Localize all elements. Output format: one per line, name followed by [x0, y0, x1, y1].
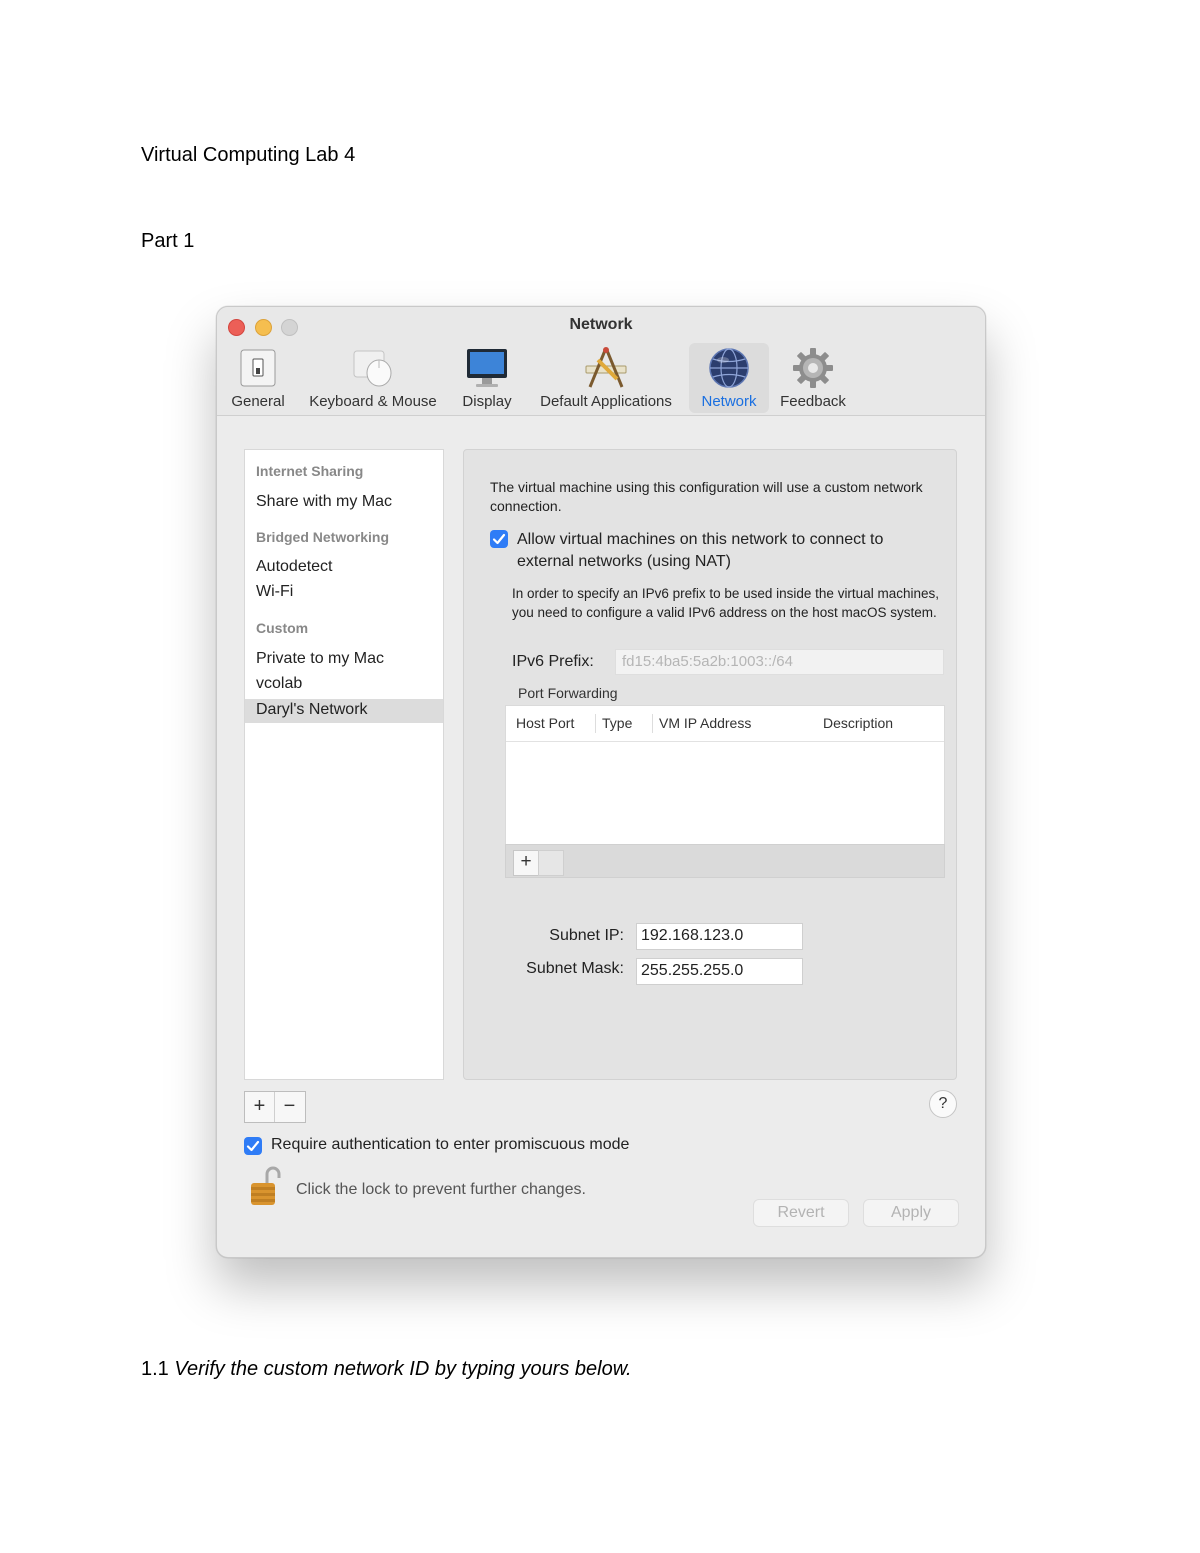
question-1-1: 1.1 Verify the custom network ID by typi…	[141, 1358, 632, 1381]
column-vm-ip-address[interactable]: VM IP Address	[659, 715, 751, 731]
toolbar-label: Feedback	[780, 393, 846, 410]
column-type[interactable]: Type	[602, 715, 632, 731]
network-preferences-window: Network General Keyboard & Mouse Display…	[216, 306, 986, 1258]
configuration-description: The virtual machine using this configura…	[490, 479, 923, 514]
ipv6-note: In order to specify an IPv6 prefix to be…	[512, 586, 939, 620]
toolbar-general[interactable]: General	[225, 343, 291, 413]
sidebar-item-autodetect[interactable]: Autodetect	[245, 556, 443, 580]
nat-label: Allow virtual machines on this network t…	[517, 531, 884, 570]
revert-button[interactable]: Revert	[753, 1199, 849, 1227]
sidebar-item-label: Wi-Fi	[256, 583, 294, 600]
subnet-mask-value: 255.255.255.0	[641, 962, 744, 979]
monitor-icon	[467, 349, 507, 387]
sidebar-item-darylss-network[interactable]: Daryl's Network	[245, 699, 443, 723]
column-host-port[interactable]: Host Port	[516, 715, 574, 731]
sidebar-item-label: Share with my Mac	[256, 493, 393, 510]
sidebar-item-private-to-my-mac[interactable]: Private to my Mac	[245, 648, 443, 672]
remove-port-forward-button[interactable]	[538, 850, 564, 876]
ipv6-prefix-value: fd15:4ba5:5a2b:1003::/64	[622, 653, 793, 670]
checkmark-icon	[492, 533, 506, 545]
sidebar-item-vcolab[interactable]: vcolab	[245, 673, 443, 697]
port-forwarding-label: Port Forwarding	[518, 685, 618, 701]
promiscuous-auth-checkbox[interactable]	[244, 1137, 262, 1155]
toolbar-keyboard-mouse[interactable]: Keyboard & Mouse	[303, 343, 443, 413]
toolbar-display[interactable]: Display	[457, 343, 517, 413]
nat-checkbox[interactable]	[490, 530, 508, 548]
mouse-icon	[353, 350, 392, 387]
sidebar-item-label: Autodetect	[256, 558, 333, 575]
port-forwarding-header: Host Port Type VM IP Address Description	[506, 706, 944, 742]
checkmark-icon	[246, 1140, 260, 1152]
column-divider	[652, 714, 653, 733]
subnet-ip-label: Subnet IP:	[549, 927, 624, 944]
titlebar: Network General Keyboard & Mouse Display…	[217, 307, 985, 416]
apply-button[interactable]: Apply	[863, 1199, 959, 1227]
add-network-button[interactable]: +	[245, 1092, 275, 1122]
toolbar-feedback[interactable]: Feedback	[773, 343, 853, 413]
column-divider	[595, 714, 596, 733]
sidebar-item-wifi[interactable]: Wi-Fi	[245, 581, 443, 605]
question-text: Verify the custom network ID by typing y…	[174, 1358, 632, 1380]
network-settings-panel: The virtual machine using this configura…	[463, 449, 957, 1080]
subnet-ip-field[interactable]: 192.168.123.0	[636, 923, 803, 950]
add-port-forward-button[interactable]: +	[513, 850, 539, 876]
sidebar-item-label: vcolab	[256, 675, 303, 692]
subnet-mask-label: Subnet Mask:	[526, 960, 624, 977]
ipv6-prefix-field: fd15:4ba5:5a2b:1003::/64	[615, 649, 944, 675]
subnet-ip-value: 192.168.123.0	[641, 927, 744, 944]
gear-icon	[793, 348, 833, 388]
window-title: Network	[569, 316, 633, 333]
column-description[interactable]: Description	[823, 715, 893, 731]
help-button[interactable]: ?	[929, 1090, 957, 1118]
ipv6-prefix-label: IPv6 Prefix:	[512, 653, 594, 670]
promiscuous-auth-label: Require authentication to enter promiscu…	[271, 1136, 630, 1153]
question-number: 1.1	[141, 1358, 169, 1380]
sidebar-item-label: Daryl's Network	[256, 701, 368, 718]
toolbar-label: Keyboard & Mouse	[309, 393, 437, 410]
toolbar-label: Display	[462, 393, 512, 410]
port-forwarding-table[interactable]: Host Port Type VM IP Address Description	[505, 705, 945, 845]
toolbar-label: Network	[701, 393, 757, 410]
toolbar-label: Default Applications	[540, 393, 672, 410]
applications-icon	[585, 347, 627, 388]
sidebar-header-internet-sharing: Internet Sharing	[256, 463, 364, 479]
toolbar-label: General	[231, 393, 285, 410]
document-title: Virtual Computing Lab 4	[141, 144, 356, 166]
switch-icon	[240, 349, 276, 387]
port-forwarding-toolbar: +	[505, 844, 945, 878]
toolbar-default-applications[interactable]: Default Applications	[531, 343, 681, 413]
unlocked-lock-icon[interactable]	[249, 1165, 283, 1207]
sidebar-header-custom: Custom	[256, 620, 309, 636]
sidebar-item-label: Private to my Mac	[256, 650, 385, 667]
remove-network-button[interactable]: −	[275, 1092, 304, 1122]
lock-label: Click the lock to prevent further change…	[296, 1181, 586, 1198]
toolbar-network[interactable]: Network	[689, 343, 769, 413]
sidebar-add-remove: + −	[244, 1091, 306, 1123]
sidebar-item-share-with-my-mac[interactable]: Share with my Mac	[245, 491, 443, 515]
globe-icon	[709, 348, 749, 388]
subnet-mask-field[interactable]: 255.255.255.0	[636, 958, 803, 985]
network-sidebar: Internet Sharing Share with my Mac Bridg…	[244, 449, 444, 1080]
part-heading: Part 1	[141, 230, 195, 252]
sidebar-header-bridged-networking: Bridged Networking	[256, 529, 390, 545]
